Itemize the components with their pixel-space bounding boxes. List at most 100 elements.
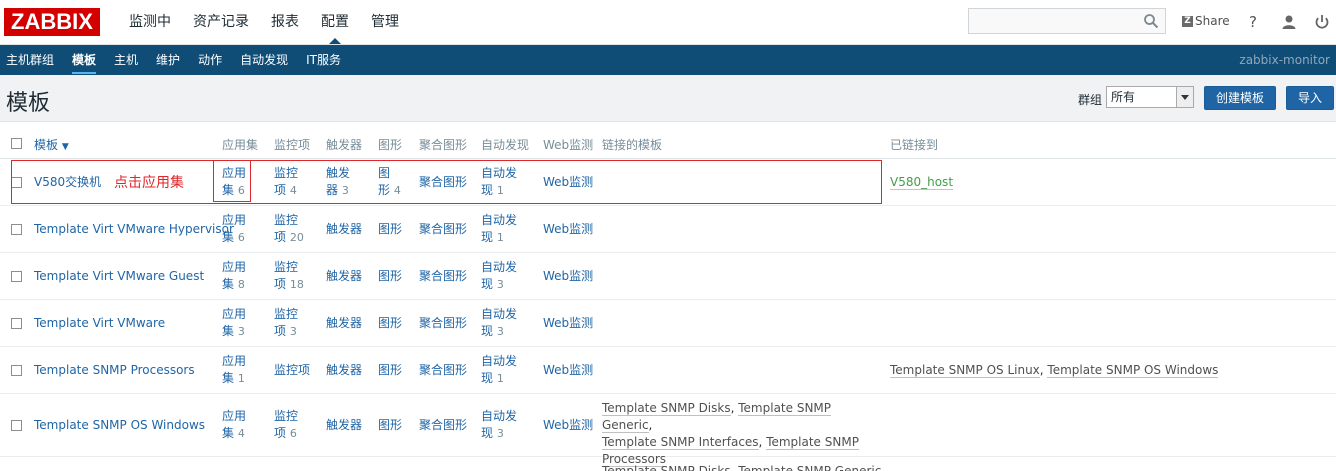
- subnav-hosts[interactable]: 主机: [105, 45, 147, 75]
- subnav-it-services[interactable]: IT服务: [297, 45, 350, 75]
- items-link[interactable]: 监控项 20: [274, 212, 304, 246]
- graphs-link[interactable]: 图形: [378, 268, 402, 285]
- create-template-button[interactable]: 创建模板: [1204, 86, 1276, 110]
- table-row: Template SNMP Processors 应用集 1 监控项 触发器 图…: [0, 347, 1336, 394]
- screens-link[interactable]: 聚合图形: [419, 268, 467, 285]
- web-link[interactable]: Web监测: [543, 268, 593, 285]
- discovery-link[interactable]: 自动发现 3: [481, 259, 517, 293]
- share-link[interactable]: Z Share: [1182, 14, 1230, 28]
- items-link[interactable]: 监控项: [274, 362, 310, 379]
- items-link[interactable]: 监控项 3: [274, 306, 298, 340]
- power-icon[interactable]: [1313, 13, 1331, 31]
- linked-template-link[interactable]: Template SNMP OS Linux: [890, 363, 1040, 378]
- items-link[interactable]: 监控项 18: [274, 259, 304, 293]
- linked-template-link[interactable]: Template SNMP OS Windows: [1047, 363, 1219, 378]
- triggers-link[interactable]: 触发器: [326, 417, 362, 434]
- apps-link[interactable]: 应用集 8: [222, 259, 246, 293]
- menu-administration[interactable]: 管理: [360, 0, 410, 44]
- linked-template-link[interactable]: Template SNMP Disks: [602, 401, 731, 416]
- triggers-link[interactable]: 触发器: [326, 315, 362, 332]
- table-row: Template Virt VMware Hypervisor 应用集 6 监控…: [0, 206, 1336, 253]
- screens-link[interactable]: 聚合图形: [419, 417, 467, 434]
- search-input[interactable]: [968, 8, 1166, 34]
- discovery-link[interactable]: 自动发现 3: [481, 306, 517, 340]
- linked-to-list: Template SNMP OS Linux, Template SNMP OS…: [890, 363, 1219, 378]
- template-name-link[interactable]: Template SNMP Processors: [34, 362, 195, 379]
- user-icon[interactable]: [1280, 13, 1298, 31]
- triggers-link[interactable]: 触发器: [326, 268, 362, 285]
- search-icon[interactable]: [1143, 13, 1159, 29]
- chevron-down-icon[interactable]: [1176, 87, 1193, 107]
- server-name: zabbix-monitor: [1239, 53, 1330, 67]
- header-graphs: 图形: [378, 138, 403, 152]
- subnav-maintenance[interactable]: 维护: [147, 45, 189, 75]
- apps-link[interactable]: 应用集 6: [222, 212, 246, 246]
- discovery-link[interactable]: 自动发现 1: [481, 353, 517, 387]
- screens-link[interactable]: 聚合图形: [419, 315, 467, 332]
- linked-template-link[interactable]: Template SNMP: [766, 435, 859, 450]
- page-header: 模板 群组 所有 创建模板 导入: [0, 75, 1336, 121]
- graphs-link[interactable]: 图形: [378, 221, 402, 238]
- menu-reports[interactable]: 报表: [260, 0, 310, 44]
- table-row: Template Virt VMware Guest 应用集 8 监控项 18 …: [0, 253, 1336, 300]
- share-z-icon: Z: [1182, 15, 1193, 27]
- zabbix-logo[interactable]: ZABBIX: [4, 8, 100, 36]
- subnav-actions[interactable]: 动作: [189, 45, 231, 75]
- row-checkbox[interactable]: [11, 224, 22, 235]
- row-checkbox[interactable]: [11, 365, 22, 376]
- discovery-link[interactable]: 自动发现 1: [481, 212, 517, 246]
- linked-template-link[interactable]: Template SNMP Interfaces: [602, 435, 759, 450]
- apps-link[interactable]: 应用集 4: [222, 408, 246, 442]
- table-row: Template SNMP OS Windows 应用集 4 监控项 6 触发器…: [0, 394, 1336, 467]
- triggers-link[interactable]: 触发器: [326, 362, 362, 379]
- top-bar: ZABBIX 监测中 资产记录 报表 配置 管理 Z Share ?: [0, 0, 1336, 45]
- table-row: Template Virt VMware 应用集 3 监控项 3 触发器 图形 …: [0, 300, 1336, 347]
- graphs-link[interactable]: 图形: [378, 362, 402, 379]
- header-discovery: 自动发现: [481, 138, 530, 152]
- menu-configuration[interactable]: 配置: [310, 0, 360, 44]
- subnav-host-groups[interactable]: 主机群组: [0, 45, 63, 75]
- web-link[interactable]: Web监测: [543, 362, 593, 379]
- header-name[interactable]: 模板 ▼: [34, 136, 69, 153]
- table-header: 模板 ▼ 应用集 监控项 触发器 图形 聚合图形 自动发现 Web监测 链接的模…: [0, 122, 1336, 159]
- header-screens: 聚合图形: [419, 138, 468, 152]
- select-all-checkbox[interactable]: [11, 138, 22, 149]
- group-filter-select[interactable]: 所有: [1106, 86, 1194, 108]
- header-linked-to: 已链接到: [890, 138, 939, 152]
- annotation-text: 点击应用集: [114, 175, 184, 191]
- header-web: Web监测: [543, 138, 594, 152]
- screens-link[interactable]: 聚合图形: [419, 362, 467, 379]
- template-name-link[interactable]: Template SNMP OS Windows: [34, 417, 205, 434]
- help-icon[interactable]: ?: [1249, 13, 1257, 31]
- apps-link[interactable]: 应用集 1: [222, 353, 246, 387]
- discovery-link[interactable]: 自动发现 3: [481, 408, 517, 442]
- row-checkbox[interactable]: [11, 420, 22, 431]
- graphs-link[interactable]: 图形: [378, 315, 402, 332]
- template-name-link[interactable]: Template Virt VMware Hypervisor: [34, 221, 234, 238]
- group-filter-label: 群组: [1078, 93, 1103, 107]
- subnav-discovery[interactable]: 自动发现: [231, 45, 297, 75]
- menu-inventory[interactable]: 资产记录: [182, 0, 260, 44]
- items-link[interactable]: 监控项 6: [274, 408, 298, 442]
- header-items: 监控项: [274, 138, 311, 152]
- subnav-templates[interactable]: 模板: [63, 45, 105, 75]
- web-link[interactable]: Web监测: [543, 221, 593, 238]
- apps-link[interactable]: 应用集 3: [222, 306, 246, 340]
- row-checkbox[interactable]: [11, 271, 22, 282]
- row-checkbox[interactable]: [11, 318, 22, 329]
- highlight-apps-box: [213, 160, 251, 202]
- menu-monitoring[interactable]: 监测中: [118, 0, 182, 44]
- template-name-link[interactable]: Template Virt VMware Guest: [34, 268, 204, 285]
- share-label: Share: [1195, 14, 1230, 28]
- header-apps: 应用集: [222, 138, 259, 152]
- template-name-link[interactable]: Template Virt VMware: [34, 315, 165, 332]
- header-linked-templates: 链接的模板: [602, 138, 663, 152]
- linked-host-link[interactable]: V580_host: [890, 175, 954, 190]
- screens-link[interactable]: 聚合图形: [419, 221, 467, 238]
- graphs-link[interactable]: 图形: [378, 417, 402, 434]
- import-button[interactable]: 导入: [1286, 86, 1334, 110]
- web-link[interactable]: Web监测: [543, 315, 593, 332]
- header-triggers: 触发器: [326, 138, 363, 152]
- web-link[interactable]: Web监测: [543, 417, 593, 434]
- triggers-link[interactable]: 触发器: [326, 221, 362, 238]
